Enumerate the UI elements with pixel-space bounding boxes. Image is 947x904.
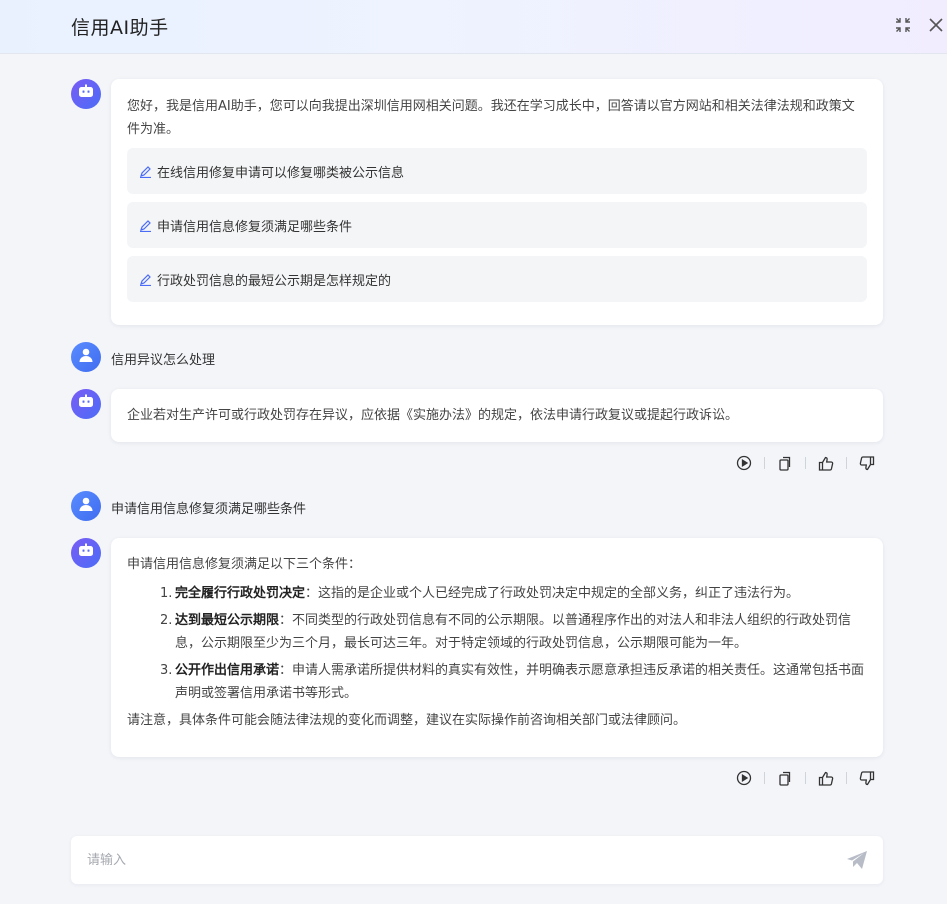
condition-text: ：这指的是企业或个人已经完成了行政处罚决定中规定的全部义务，纠正了违法行为。	[305, 586, 800, 601]
suggestion-item[interactable]: 申请信用信息修复须满足哪些条件	[127, 202, 867, 248]
user-avatar	[71, 342, 101, 372]
bot-avatar	[71, 79, 101, 109]
suggestion-label: 申请信用信息修复须满足哪些条件	[157, 219, 353, 235]
pen-icon	[139, 219, 152, 232]
robot-icon	[77, 543, 95, 563]
bot-answer: 申请信用信息修复须满足以下三个条件： 1. 完全履行行政处罚决定：这指的是企业或…	[111, 538, 883, 757]
page-title: 信用AI助手	[71, 17, 169, 39]
answer-text: 企业若对生产许可或行政处罚存在异议，应依据《实施办法》的规定，依法申请行政复议或…	[127, 408, 739, 423]
thumbs-down-icon[interactable]	[856, 453, 878, 473]
pen-icon	[139, 165, 152, 178]
answer-actions	[733, 768, 883, 788]
answer-note: 请注意，具体条件可能会随法律法规的变化而调整，建议在实际操作前咨询相关部门或法律…	[127, 713, 687, 728]
suggestion-label: 行政处罚信息的最短公示期是怎样规定的	[157, 273, 392, 289]
chat-input[interactable]	[87, 848, 827, 872]
suggestion-item[interactable]: 在线信用修复申请可以修复哪类被公示信息	[127, 148, 867, 194]
list-item: 1. 完全履行行政处罚决定：这指的是企业或个人已经完成了行政处罚决定中规定的全部…	[160, 586, 800, 601]
robot-icon	[77, 394, 95, 414]
condition-title: 公开作出信用承诺	[175, 663, 280, 678]
copy-icon[interactable]	[774, 768, 796, 788]
user-icon	[78, 496, 94, 516]
thumbs-down-icon[interactable]	[856, 768, 878, 788]
bot-answer: 企业若对生产许可或行政处罚存在异议，应依据《实施办法》的规定，依法申请行政复议或…	[111, 389, 883, 442]
play-icon[interactable]	[733, 768, 755, 788]
copy-icon[interactable]	[774, 453, 796, 473]
user-avatar	[71, 491, 101, 521]
close-icon[interactable]	[926, 15, 946, 35]
thumbs-up-icon[interactable]	[815, 768, 837, 788]
pen-icon	[139, 273, 152, 286]
condition-text: ：申请人需承诺所提供材料的真实有效性，并明确表示愿意承担违反承诺的相关责任。这通…	[175, 663, 865, 701]
header: 信用AI助手	[0, 0, 947, 54]
suggestion-label: 在线信用修复申请可以修复哪类被公示信息	[157, 165, 405, 181]
send-icon[interactable]	[845, 849, 869, 871]
thumbs-up-icon[interactable]	[815, 453, 837, 473]
condition-title: 达到最短公示期限	[175, 613, 280, 628]
answer-actions	[733, 453, 883, 473]
list-item: 3. 公开作出信用承诺：申请人需承诺所提供材料的真实有效性，并明确表示愿意承担违…	[160, 663, 865, 701]
user-question: 信用异议怎么处理	[111, 353, 216, 368]
user-question: 申请信用信息修复须满足哪些条件	[111, 502, 307, 517]
welcome-text: 您好，我是信用AI助手，您可以向我提出深圳信用网相关问题。我还在学习成长中，回答…	[127, 99, 855, 137]
play-icon[interactable]	[733, 453, 755, 473]
conditions-list: 1. 完全履行行政处罚决定：这指的是企业或个人已经完成了行政处罚决定中规定的全部…	[127, 582, 867, 705]
bot-avatar	[71, 389, 101, 419]
answer-intro: 申请信用信息修复须满足以下三个条件：	[127, 557, 362, 572]
chat-input-bar	[71, 836, 883, 884]
bot-avatar	[71, 538, 101, 568]
list-item: 2. 达到最短公示期限：不同类型的行政处罚信息有不同的公示期限。以普通程序作出的…	[160, 613, 852, 651]
condition-title: 完全履行行政处罚决定	[175, 586, 306, 601]
suggestion-item[interactable]: 行政处罚信息的最短公示期是怎样规定的	[127, 256, 867, 302]
welcome-message: 您好，我是信用AI助手，您可以向我提出深圳信用网相关问题。我还在学习成长中，回答…	[111, 79, 883, 325]
user-icon	[78, 347, 94, 367]
collapse-icon[interactable]	[893, 15, 913, 35]
robot-icon	[77, 84, 95, 104]
